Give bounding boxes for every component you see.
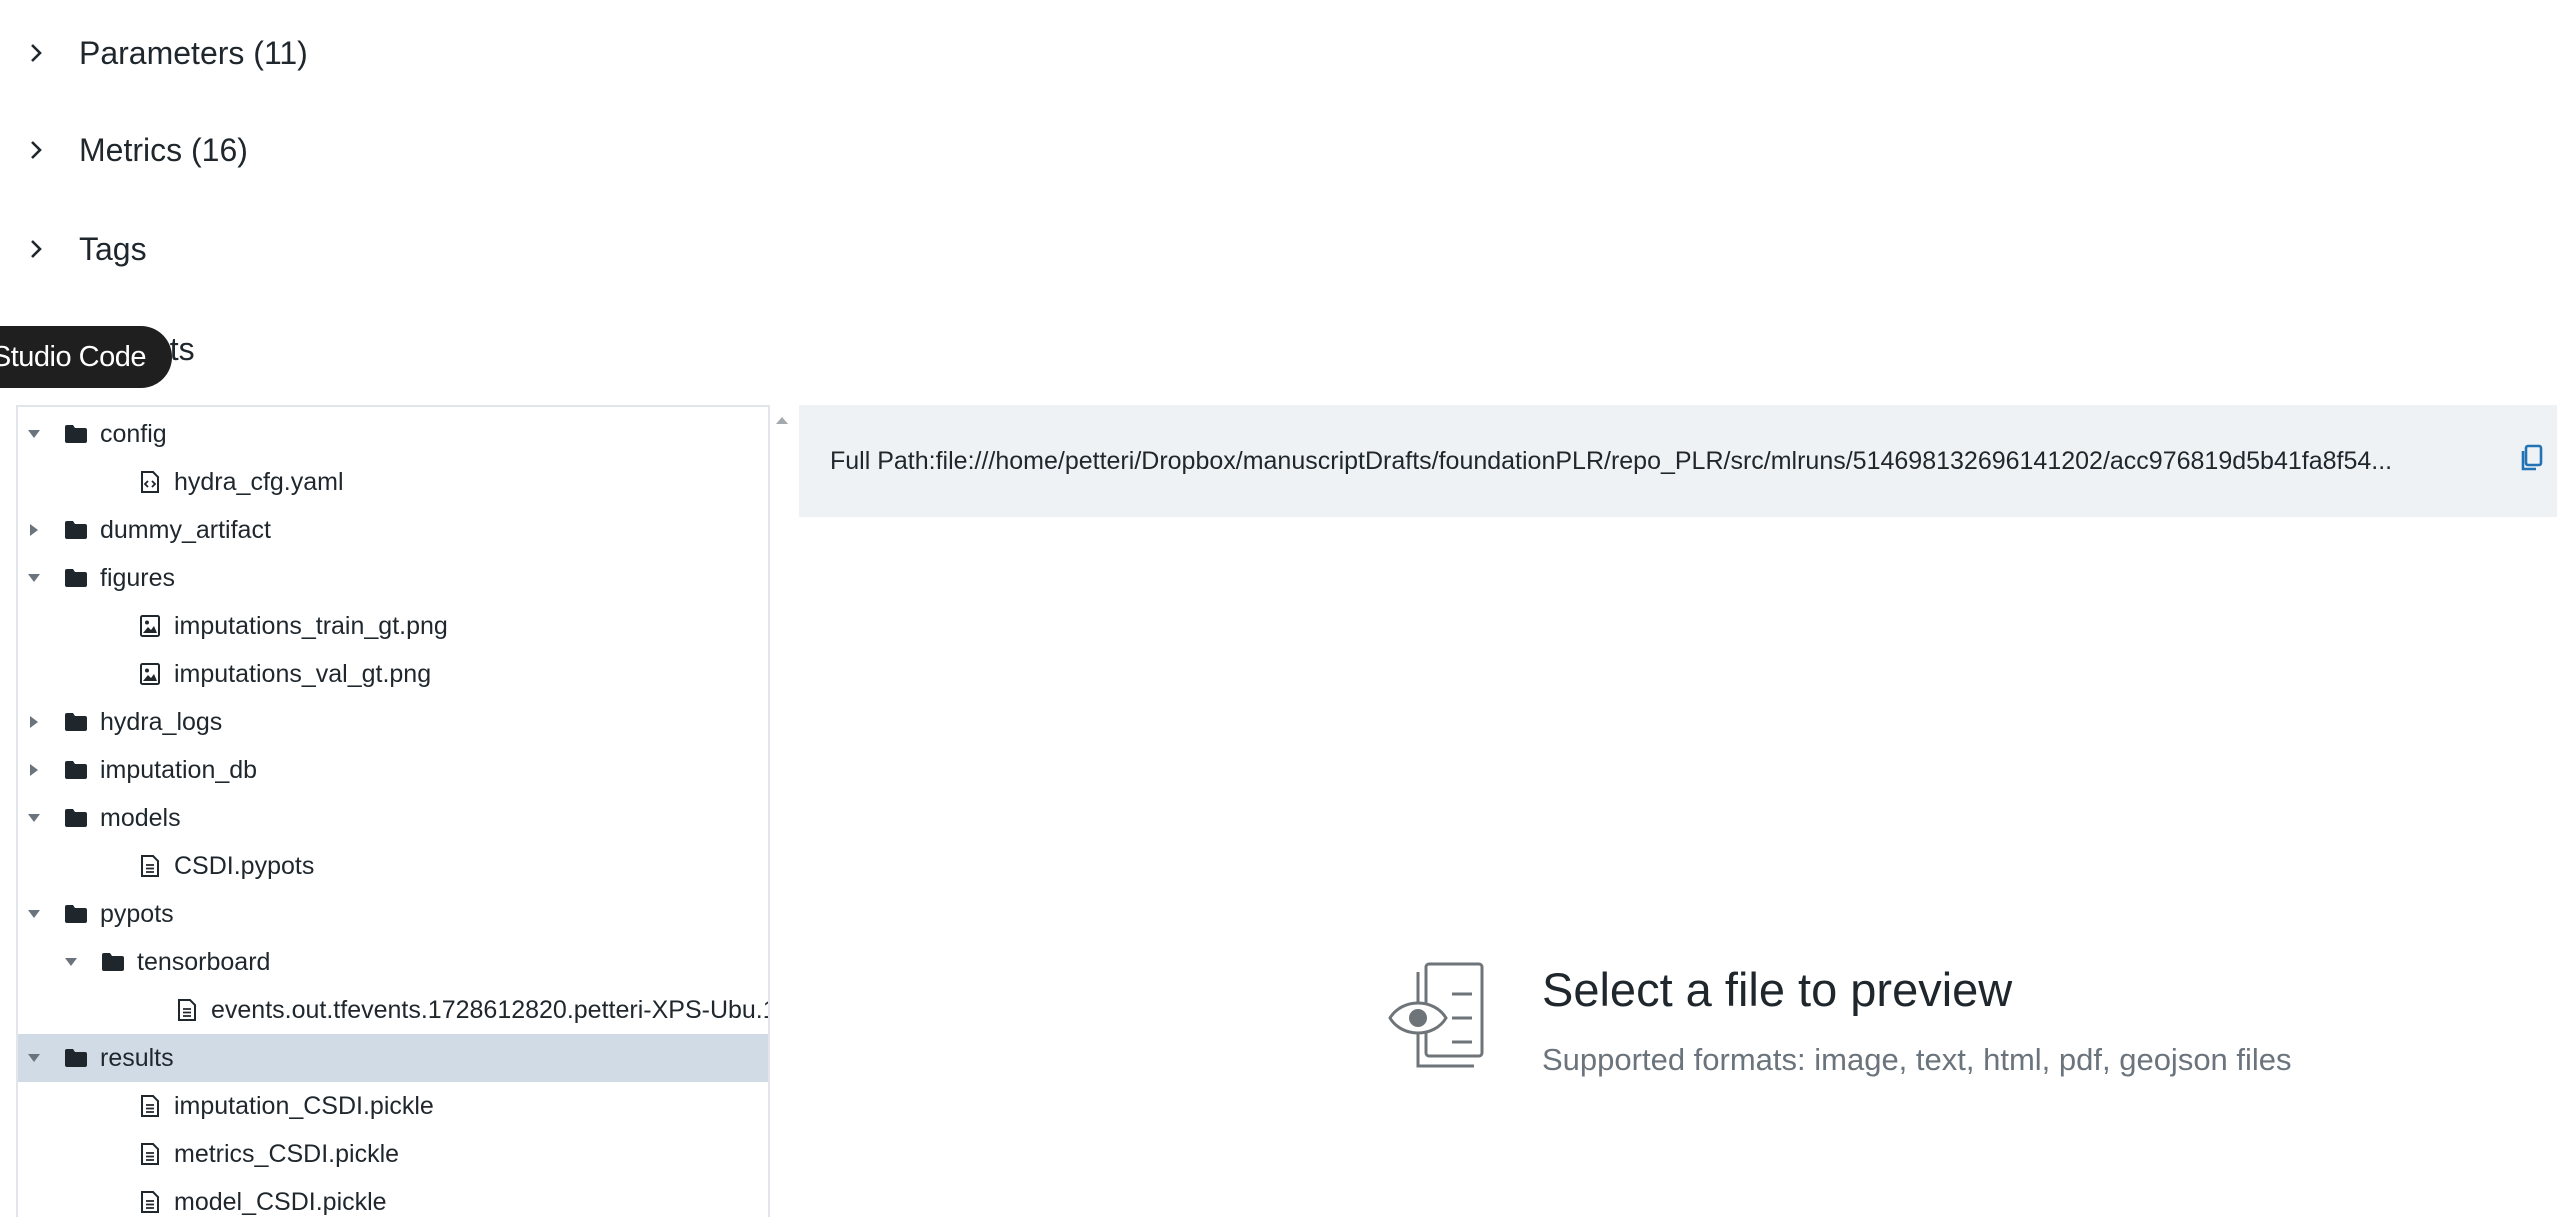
tree-item-name: tensorboard — [137, 947, 271, 976]
copy-icon[interactable] — [2517, 443, 2547, 473]
tree-item-name: hydra_logs — [100, 707, 223, 736]
caret-down-icon[interactable] — [26, 570, 42, 586]
tree-item-name: metrics_CSDI.pickle — [174, 1139, 400, 1168]
preview-subtitle: Supported formats: image, text, html, pd… — [1542, 1042, 2292, 1077]
text-file-icon — [138, 1142, 162, 1166]
caret-down-icon[interactable] — [26, 1050, 42, 1066]
tree-item-name: imputations_val_gt.png — [174, 659, 432, 688]
tree-file[interactable]: events.out.tfevents.1728612820.petteri-X… — [18, 986, 770, 1034]
tree-file[interactable]: CSDI.pypots — [18, 842, 768, 890]
chevron-right-icon[interactable] — [26, 43, 46, 63]
caret-right-icon[interactable] — [26, 522, 42, 538]
section-label: Parameters (11) — [79, 34, 308, 71]
section-label: Tags — [79, 230, 147, 267]
tooltip-text: Studio Code — [0, 340, 147, 373]
artifact-tree[interactable]: config hydra_cfg.yaml dummy_artifactfigure… — [16, 405, 770, 1217]
folder-icon — [64, 902, 88, 926]
folder-icon — [64, 710, 88, 734]
tree-item-name: events.out.tfevents.1728612820.petteri-X… — [211, 995, 770, 1024]
image-file-icon — [138, 662, 162, 686]
tree-item-name: imputation_db — [100, 755, 258, 784]
tree-folder[interactable]: results — [18, 1034, 768, 1082]
tree-item-name: results — [100, 1043, 174, 1072]
tree-item-name: dummy_artifact — [100, 515, 271, 544]
folder-icon — [64, 422, 88, 446]
app-tooltip: Studio Code — [0, 326, 172, 388]
tree-file[interactable]: model_CSDI.pickle — [18, 1178, 768, 1217]
full-path-label: Full Path: — [830, 446, 936, 475]
file-preview-icon — [1388, 962, 1484, 1068]
folder-icon — [64, 518, 88, 542]
tree-folder[interactable]: figures — [18, 554, 768, 602]
tree-item-name: model_CSDI.pickle — [174, 1187, 387, 1216]
text-file-icon — [138, 1094, 162, 1118]
caret-down-icon[interactable] — [63, 954, 79, 970]
caret-down-icon[interactable] — [26, 906, 42, 922]
tree-file[interactable]: metrics_CSDI.pickle — [18, 1130, 768, 1178]
code-file-icon — [138, 470, 162, 494]
caret-down-icon[interactable] — [26, 810, 42, 826]
tree-item-name: models — [100, 803, 181, 832]
image-file-icon — [138, 614, 162, 638]
caret-right-icon[interactable] — [26, 762, 42, 778]
folder-icon — [64, 1046, 88, 1070]
tree-folder[interactable]: config — [18, 410, 768, 458]
preview-title: Select a file to preview — [1542, 963, 2013, 1016]
full-path-value: file:///home/petteri/Dropbox/manuscriptD… — [935, 446, 2393, 475]
tree-folder[interactable]: pypots — [18, 890, 768, 938]
caret-down-icon[interactable] — [26, 426, 42, 442]
tree-item-name: imputation_CSDI.pickle — [174, 1091, 434, 1120]
tree-file[interactable]: imputations_val_gt.png — [18, 650, 768, 698]
tree-file[interactable]: hydra_cfg.yaml — [18, 458, 768, 506]
tree-item-name: config — [100, 419, 167, 448]
chevron-right-icon[interactable] — [26, 239, 46, 259]
preview-empty-state: Select a file to preview Supported forma… — [1388, 960, 2388, 1080]
text-file-icon — [138, 1190, 162, 1214]
tree-item-name: pypots — [100, 899, 174, 928]
tree-folder[interactable]: models — [18, 794, 768, 842]
full-path-bar: Full Path: file:///home/petteri/Dropbox/… — [799, 405, 2557, 517]
folder-icon — [101, 950, 125, 974]
tree-item-name: figures — [100, 563, 176, 592]
folder-icon — [64, 566, 88, 590]
caret-right-icon[interactable] — [26, 714, 42, 730]
tree-file[interactable]: imputations_train_gt.png — [18, 602, 768, 650]
folder-icon — [64, 806, 88, 830]
text-file-icon — [138, 854, 162, 878]
chevron-right-icon[interactable] — [26, 140, 46, 160]
tree-folder[interactable]: tensorboard — [18, 938, 768, 986]
tree-folder[interactable]: dummy_artifact — [18, 506, 768, 554]
folder-icon — [64, 758, 88, 782]
tree-folder[interactable]: hydra_logs — [18, 698, 768, 746]
tree-item-name: hydra_cfg.yaml — [174, 467, 344, 496]
tree-folder[interactable]: imputation_db — [18, 746, 768, 794]
text-file-icon — [175, 998, 199, 1022]
tree-item-name: imputations_train_gt.png — [174, 611, 448, 640]
tree-file[interactable]: imputation_CSDI.pickle — [18, 1082, 768, 1130]
scroll-up-arrow-icon[interactable] — [774, 414, 790, 426]
section-label: Metrics (16) — [79, 131, 248, 168]
tree-item-name: CSDI.pypots — [174, 851, 315, 880]
